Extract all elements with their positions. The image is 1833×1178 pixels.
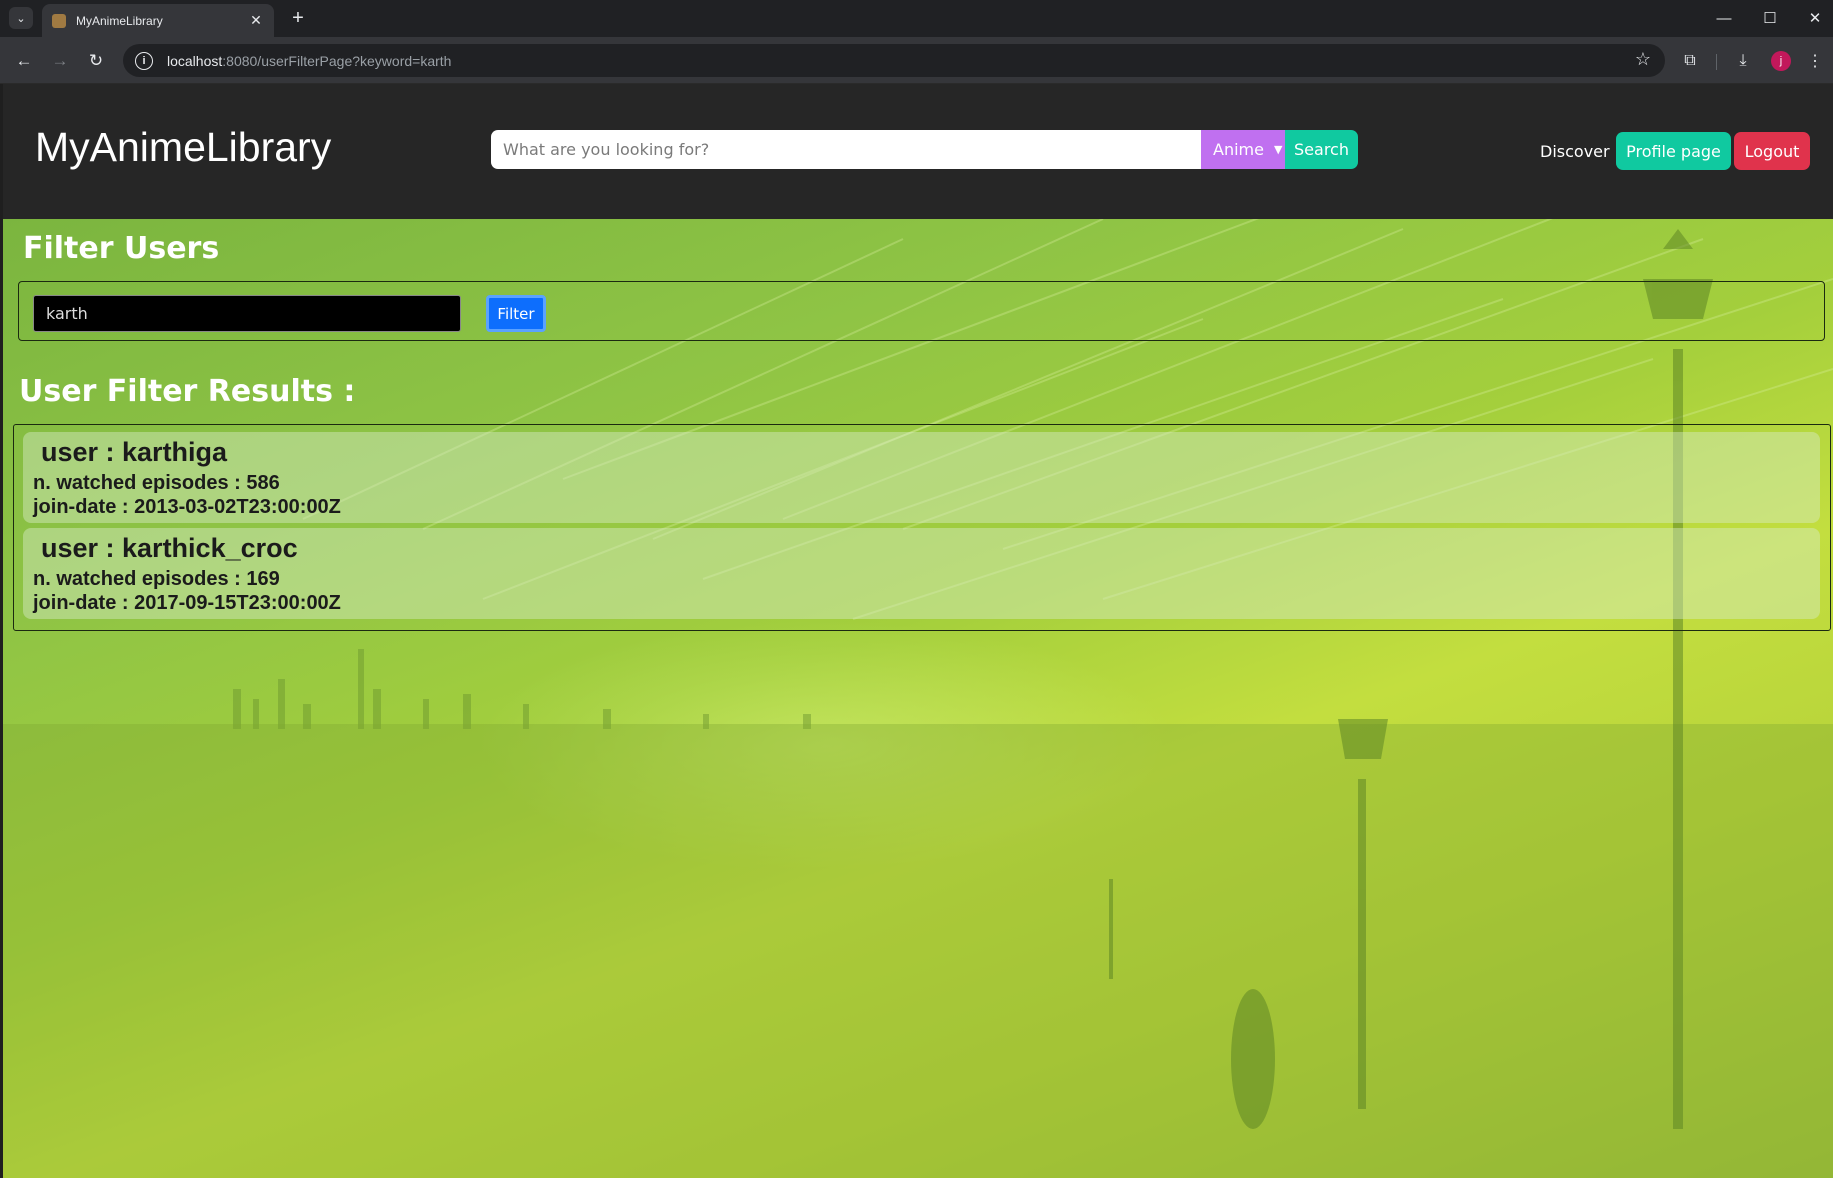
- results-heading: User Filter Results :: [19, 374, 356, 409]
- bookmark-star-icon[interactable]: ☆: [1635, 49, 1651, 70]
- browser-tab[interactable]: MyAnimeLibrary ✕: [42, 4, 274, 37]
- site-brand[interactable]: MyAnimeLibrary: [35, 124, 331, 171]
- user-card[interactable]: user : karthiga n. watched episodes : 58…: [23, 432, 1820, 523]
- browser-menu-icon[interactable]: ⋮: [1802, 48, 1828, 74]
- search-type-select[interactable]: Anime ▼: [1201, 130, 1285, 169]
- new-tab-plus-icon[interactable]: +: [286, 6, 310, 30]
- reload-icon[interactable]: ↻: [82, 47, 110, 75]
- favicon-icon: [52, 13, 66, 28]
- chevron-down-icon: ▼: [1273, 143, 1283, 156]
- user-join-date: join-date : 2017-09-15T23:00:00Z: [33, 592, 341, 614]
- main-content: Filter Users Filter User Filter Results …: [3, 219, 1833, 1178]
- browser-toolbar: ← → ↻ i localhost:8080/userFilterPage?ke…: [0, 37, 1833, 84]
- address-bar[interactable]: i localhost:8080/userFilterPage?keyword=…: [123, 44, 1665, 77]
- window-close-icon[interactable]: ✕: [1797, 5, 1833, 31]
- user-name[interactable]: user : karthiga: [41, 437, 227, 468]
- logout-button[interactable]: Logout: [1734, 132, 1810, 170]
- discover-link[interactable]: Discover: [1540, 142, 1610, 161]
- results-list: user : karthiga n. watched episodes : 58…: [13, 424, 1831, 631]
- site-navbar: MyAnimeLibrary Anime ▼ Search Discover P…: [3, 84, 1833, 219]
- search-input[interactable]: [491, 130, 1201, 169]
- user-card[interactable]: user : karthick_croc n. watched episodes…: [23, 528, 1820, 619]
- background-scenery: [3, 219, 1833, 1178]
- url-host: localhost: [167, 52, 223, 69]
- search-button[interactable]: Search: [1285, 130, 1358, 169]
- user-episodes: n. watched episodes : 169: [33, 568, 280, 590]
- tab-title: MyAnimeLibrary: [76, 13, 163, 28]
- filter-keyword-input[interactable]: [33, 295, 461, 332]
- url-path: :8080/userFilterPage?keyword=karth: [222, 52, 452, 69]
- toolbar-divider: [1716, 54, 1717, 70]
- minimize-icon[interactable]: —: [1706, 5, 1742, 31]
- profile-avatar[interactable]: j: [1768, 48, 1794, 74]
- tab-list-chevron-icon[interactable]: ⌄: [9, 7, 33, 29]
- site-info-icon[interactable]: i: [135, 51, 153, 70]
- user-episodes: n. watched episodes : 586: [33, 472, 280, 494]
- profile-avatar-initial: j: [1771, 51, 1791, 71]
- user-name[interactable]: user : karthick_croc: [41, 533, 298, 564]
- maximize-icon[interactable]: ☐: [1752, 5, 1788, 31]
- search-group: Anime ▼ Search: [491, 130, 1358, 169]
- filter-form: Filter: [18, 281, 1825, 341]
- web-page: MyAnimeLibrary Anime ▼ Search Discover P…: [3, 84, 1833, 1178]
- tab-close-icon[interactable]: ✕: [248, 12, 264, 29]
- browser-tabstrip: ⌄ MyAnimeLibrary ✕ + — ☐ ✕: [0, 0, 1833, 37]
- back-arrow-icon[interactable]: ←: [10, 47, 38, 75]
- download-icon[interactable]: ⤓: [1730, 48, 1756, 74]
- search-type-value: Anime: [1213, 140, 1264, 159]
- filter-button[interactable]: Filter: [486, 295, 546, 332]
- user-join-date: join-date : 2013-03-02T23:00:00Z: [33, 496, 341, 518]
- extensions-puzzle-icon[interactable]: ⧉: [1677, 48, 1703, 74]
- forward-arrow-icon[interactable]: →: [46, 47, 74, 75]
- filter-users-heading: Filter Users: [23, 231, 220, 266]
- profile-page-button[interactable]: Profile page: [1616, 132, 1731, 170]
